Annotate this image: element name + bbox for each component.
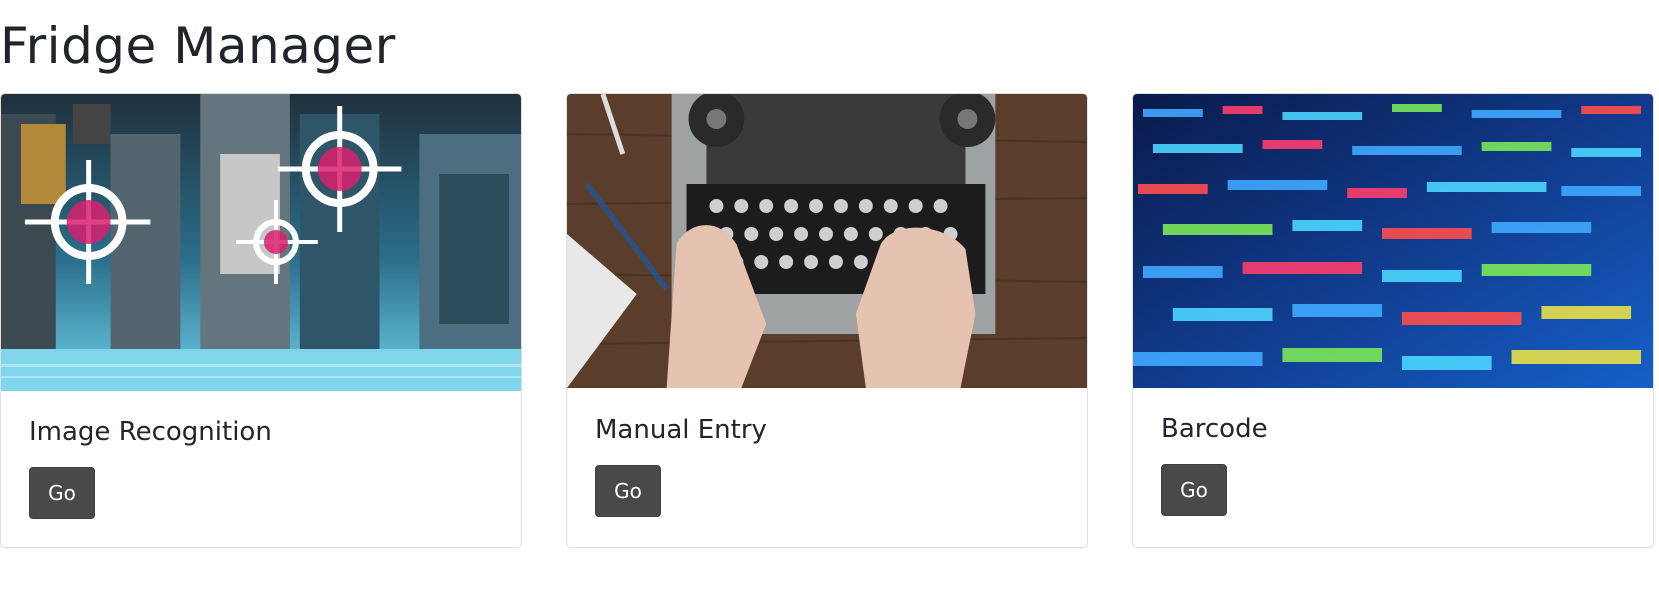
card-barcode-image [1133, 94, 1653, 388]
card-barcode: Barcode Go [1132, 93, 1654, 548]
card-image-recognition-image [1, 94, 521, 391]
go-button-manual-entry[interactable]: Go [595, 465, 661, 517]
go-button-barcode[interactable]: Go [1161, 464, 1227, 516]
card-title-barcode: Barcode [1161, 414, 1268, 444]
go-button-image-recognition[interactable]: Go [29, 467, 95, 519]
card-image-recognition: Image Recognition Go [0, 93, 522, 548]
card-title-manual-entry: Manual Entry [595, 415, 767, 445]
card-manual-entry: Manual Entry Go [566, 93, 1088, 548]
card-manual-entry-image [567, 94, 1087, 388]
card-title-image-recognition: Image Recognition [29, 417, 272, 447]
page-title: Fridge Manager [0, 17, 396, 75]
